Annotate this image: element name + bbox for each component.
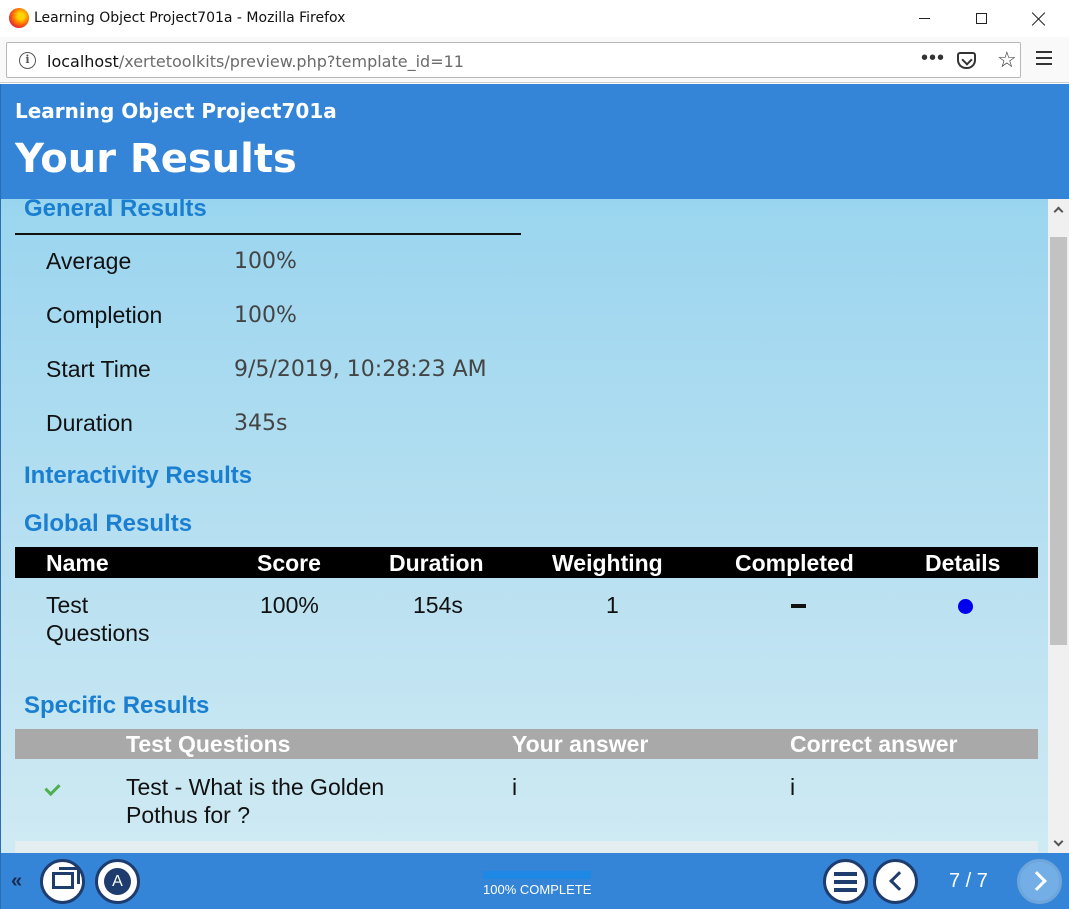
vertical-scrollbar[interactable] — [1048, 199, 1069, 853]
browser-navbar: i localhost/xertetoolkits/preview.php?te… — [0, 37, 1069, 83]
maximize-button[interactable] — [952, 0, 1010, 37]
global-row-completed-dash-icon — [791, 604, 806, 608]
column-header-duration: Duration — [389, 550, 484, 576]
scroll-down-button[interactable] — [1048, 833, 1069, 853]
chevron-right-icon — [1027, 871, 1047, 891]
global-row-duration: 154s — [413, 592, 463, 618]
table-of-contents-button[interactable] — [823, 859, 868, 904]
check-icon — [44, 779, 61, 797]
progress-bar-fill — [483, 871, 591, 879]
pocket-icon[interactable] — [957, 52, 976, 69]
column-header-correct-answer: Correct answer — [790, 731, 958, 757]
progress-bar — [483, 871, 591, 879]
windows-icon — [52, 867, 80, 889]
specific-row-correct-answer: i — [790, 774, 796, 800]
column-header-details: Details — [925, 550, 1001, 576]
url-bar[interactable]: i localhost/xertetoolkits/preview.php?te… — [6, 42, 1021, 78]
general-results-divider — [15, 233, 521, 235]
chevron-up-icon — [1053, 206, 1064, 216]
start-time-label: Start Time — [46, 356, 151, 382]
global-row-name-line2: Questions — [46, 620, 150, 646]
average-label: Average — [46, 248, 132, 274]
chevron-left-icon — [889, 871, 909, 891]
firefox-logo-icon — [9, 8, 29, 28]
column-header-score: Score — [257, 550, 321, 576]
minimize-button[interactable] — [895, 0, 953, 37]
accessibility-a-icon: A — [104, 868, 131, 895]
project-title: Learning Object Project701a — [15, 99, 337, 123]
page-header: Learning Object Project701a Your Results — [0, 84, 1069, 199]
bookmark-star-icon[interactable]: ☆ — [997, 47, 1017, 73]
global-row-weighting: 1 — [606, 592, 619, 618]
collapse-toolbar-button[interactable]: « — [11, 870, 22, 893]
window-title: Learning Object Project701a - Mozilla Fi… — [34, 10, 346, 26]
next-page-button[interactable] — [1017, 859, 1062, 904]
new-window-button[interactable] — [40, 859, 85, 904]
accessibility-button[interactable]: A — [95, 859, 140, 904]
column-header-weighting: Weighting — [552, 550, 663, 576]
previous-page-button[interactable] — [873, 859, 918, 904]
column-header-completed: Completed — [735, 550, 854, 576]
completion-label: Completion — [46, 302, 163, 328]
general-results-heading: General Results — [24, 199, 207, 222]
global-row-score: 100% — [260, 592, 319, 618]
specific-row-question-line1: Test - What is the Golden — [126, 774, 385, 800]
specific-results-heading: Specific Results — [24, 692, 210, 719]
global-row-name-line1: Test — [46, 592, 89, 618]
site-info-icon[interactable]: i — [19, 52, 36, 69]
results-content: General Results Average 100% Completion … — [0, 199, 1048, 853]
details-dot-icon[interactable] — [958, 599, 973, 614]
minimize-icon — [918, 18, 930, 19]
close-window-button[interactable] — [1010, 0, 1068, 37]
scrollbar-thumb[interactable] — [1050, 237, 1067, 645]
table-row-divider — [15, 841, 1038, 853]
start-time-value: 9/5/2019, 10:28:23 AM — [234, 357, 487, 382]
page-actions-more-icon[interactable]: ••• — [921, 47, 945, 70]
specific-results-header-row: Test Questions Your answer Correct answe… — [15, 729, 1038, 759]
window-titlebar: Learning Object Project701a - Mozilla Fi… — [0, 0, 1069, 37]
url-host: localhost — [47, 52, 119, 71]
footer-toolbar: « A 100% COMPLETE 7 / 7 — [0, 853, 1069, 909]
average-value: 100% — [234, 249, 297, 274]
progress-text: 100% COMPLETE — [483, 882, 592, 897]
column-header-test-questions: Test Questions — [126, 731, 291, 757]
maximize-icon — [975, 13, 987, 24]
url-path: /xertetoolkits/preview.php?template_id=1… — [118, 52, 464, 71]
close-icon — [1032, 12, 1046, 26]
url-text[interactable]: localhost/xertetoolkits/preview.php?temp… — [47, 52, 464, 71]
global-results-header-row: Name Score Duration Weighting Completed … — [15, 547, 1038, 578]
chevron-down-icon — [1053, 836, 1064, 846]
duration-value: 345s — [234, 411, 288, 436]
browser-menu-icon[interactable] — [1036, 51, 1052, 65]
completion-value: 100% — [234, 303, 297, 328]
global-results-heading: Global Results — [24, 510, 193, 537]
duration-label: Duration — [46, 410, 133, 436]
column-header-name: Name — [46, 550, 109, 576]
page-counter: 7 / 7 — [949, 870, 988, 892]
interactivity-results-heading: Interactivity Results — [24, 462, 253, 489]
specific-row-your-answer: i — [512, 774, 518, 800]
column-header-your-answer: Your answer — [512, 731, 649, 757]
scroll-up-button[interactable] — [1048, 199, 1069, 219]
page-title: Your Results — [15, 136, 297, 182]
specific-row-question-line2: Pothus for ? — [126, 802, 251, 828]
menu-icon — [834, 872, 857, 892]
